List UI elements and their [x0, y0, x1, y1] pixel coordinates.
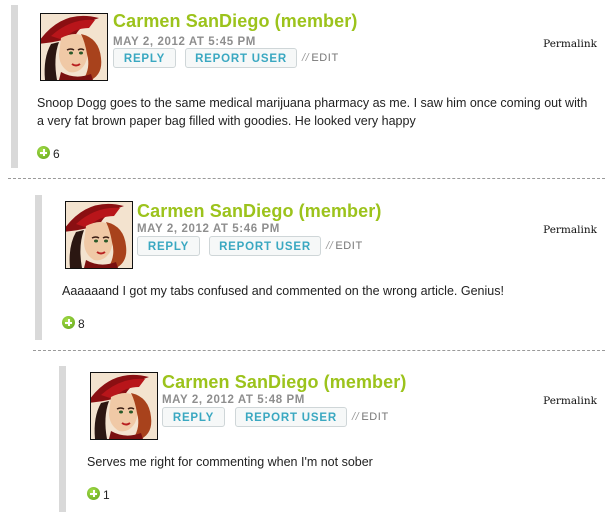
plus-icon[interactable]: [87, 487, 100, 500]
plus-icon[interactable]: [37, 146, 50, 159]
thread-bar: [59, 366, 66, 512]
permalink-link[interactable]: Permalink: [543, 395, 597, 407]
comment-author[interactable]: Carmen SanDiego (member): [162, 372, 406, 393]
comment-author[interactable]: Carmen SanDiego (member): [137, 201, 381, 222]
avatar[interactable]: [65, 201, 133, 269]
edit-link[interactable]: EDIT: [311, 52, 338, 64]
comment-1: Carmen SanDiego (member) MAY 2, 2012 AT …: [0, 0, 605, 170]
edit-link-group: //EDIT: [326, 240, 363, 252]
comment-author[interactable]: Carmen SanDiego (member): [113, 11, 357, 32]
vote-count: 8: [78, 317, 85, 331]
comment-text: Serves me right for commenting when I'm …: [87, 455, 373, 469]
comment-divider: [8, 178, 605, 179]
avatar-image: [41, 14, 107, 80]
avatar-image: [66, 202, 132, 268]
edit-link[interactable]: EDIT: [361, 411, 388, 423]
edit-link-group: //EDIT: [302, 52, 339, 64]
comment-date: MAY 2, 2012 AT 5:48 PM: [162, 394, 305, 406]
vote-widget: 1: [87, 485, 110, 502]
vote-widget: 6: [37, 144, 60, 161]
report-user-button[interactable]: REPORT USER: [209, 236, 321, 256]
edit-separator: //: [302, 52, 310, 64]
vote-widget: 8: [62, 314, 85, 331]
comment-text: Aaaaaand I got my tabs confused and comm…: [62, 284, 504, 298]
thread-bar: [11, 5, 18, 168]
permalink-link[interactable]: Permalink: [543, 38, 597, 50]
avatar[interactable]: [40, 13, 108, 81]
edit-separator: //: [326, 240, 334, 252]
edit-link[interactable]: EDIT: [335, 240, 362, 252]
comment-date: MAY 2, 2012 AT 5:46 PM: [137, 223, 280, 235]
reply-button[interactable]: REPLY: [162, 407, 225, 427]
vote-count: 1: [103, 488, 110, 502]
reply-button[interactable]: REPLY: [113, 48, 176, 68]
comment-text: Snoop Dogg goes to the same medical mari…: [37, 96, 588, 128]
comment-divider: [33, 350, 605, 351]
permalink-link[interactable]: Permalink: [543, 224, 597, 236]
comment-2: Carmen SanDiego (member) MAY 2, 2012 AT …: [0, 190, 605, 340]
edit-separator: //: [352, 411, 360, 423]
comment-date: MAY 2, 2012 AT 5:45 PM: [113, 36, 256, 48]
report-user-button[interactable]: REPORT USER: [235, 407, 347, 427]
avatar[interactable]: [90, 372, 158, 440]
report-user-button[interactable]: REPORT USER: [185, 48, 297, 68]
plus-icon[interactable]: [62, 316, 75, 329]
thread-bar: [35, 195, 42, 340]
avatar-image: [91, 373, 157, 439]
vote-count: 6: [53, 147, 60, 161]
reply-button[interactable]: REPLY: [137, 236, 200, 256]
comment-3: Carmen SanDiego (member) MAY 2, 2012 AT …: [0, 361, 605, 512]
edit-link-group: //EDIT: [352, 411, 389, 423]
